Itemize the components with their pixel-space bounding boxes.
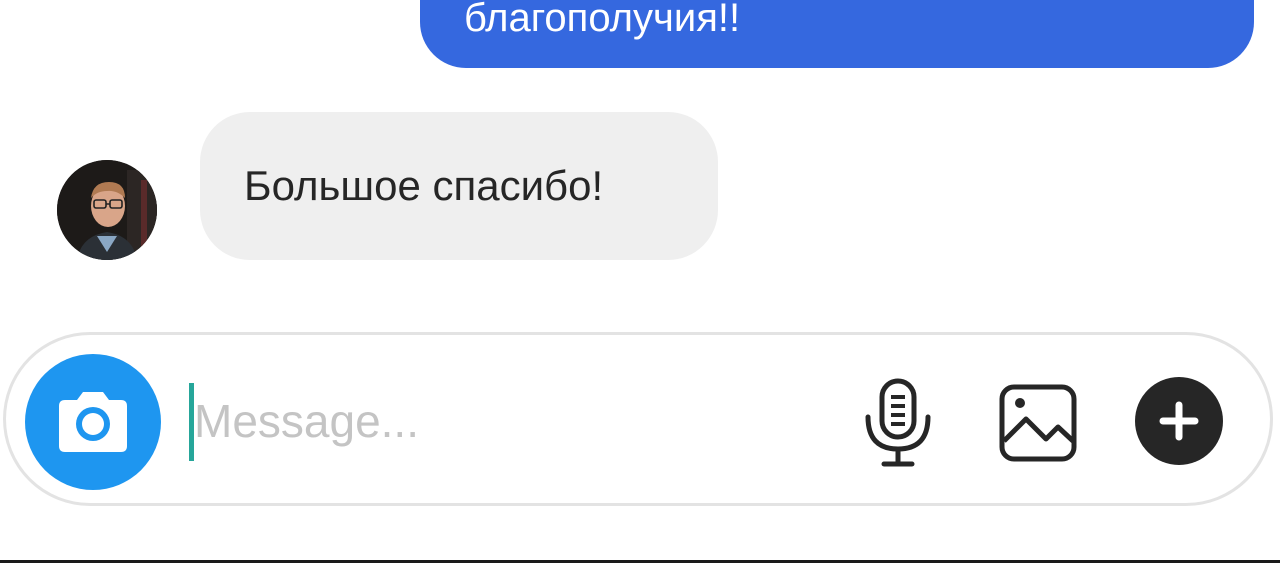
- camera-button[interactable]: [25, 354, 161, 490]
- outgoing-message-text: благополучия!!: [464, 0, 741, 40]
- voice-message-button[interactable]: [858, 377, 938, 469]
- incoming-message-text: Большое спасибо!: [244, 162, 604, 209]
- outgoing-message-bubble[interactable]: благополучия!!: [420, 0, 1254, 68]
- image-icon: [999, 384, 1077, 462]
- microphone-icon: [865, 378, 931, 467]
- incoming-message-bubble[interactable]: Большое спасибо!: [200, 112, 718, 260]
- camera-icon: [59, 392, 127, 452]
- avatar-image: [57, 160, 157, 260]
- more-options-button[interactable]: [1135, 377, 1223, 465]
- avatar[interactable]: [57, 160, 157, 260]
- plus-icon: [1159, 401, 1199, 441]
- message-input[interactable]: [194, 375, 814, 467]
- chat-screen: благополучия!! Большое спасибо!: [0, 0, 1280, 563]
- message-composer: [3, 332, 1273, 506]
- gallery-button[interactable]: [996, 381, 1080, 465]
